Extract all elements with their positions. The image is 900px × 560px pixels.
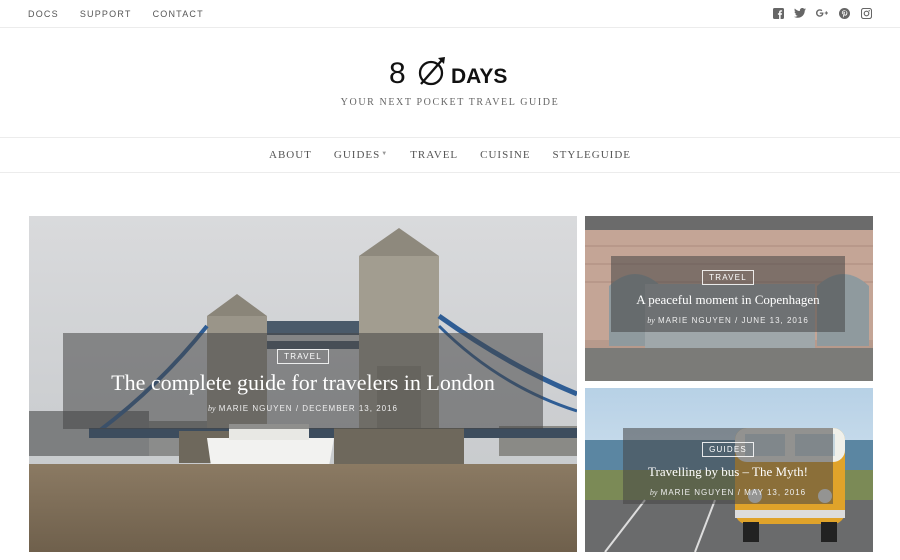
post-date: DECEMBER 13, 2016 xyxy=(302,404,398,413)
top-links: DOCS SUPPORT CONTACT xyxy=(28,9,225,19)
nav-item-cuisine[interactable]: CUISINE xyxy=(480,149,530,161)
featured-post-copenhagen[interactable]: TRAVEL A peaceful moment in Copenhagen b… xyxy=(585,216,873,381)
featured-post-main[interactable]: TRAVEL The complete guide for travelers … xyxy=(29,216,577,552)
top-bar: DOCS SUPPORT CONTACT xyxy=(0,0,900,28)
category-badge[interactable]: TRAVEL xyxy=(702,270,754,285)
main-nav: ABOUT GUIDES▼ TRAVEL CUISINE STYLEGUIDE xyxy=(0,137,900,173)
nav-item-about[interactable]: ABOUT xyxy=(269,149,312,161)
post-by: by xyxy=(208,404,216,413)
pinterest-icon[interactable] xyxy=(838,7,850,19)
chevron-down-icon: ▼ xyxy=(381,151,389,157)
site-tagline: YOUR NEXT POCKET TRAVEL GUIDE xyxy=(340,97,560,108)
logo-number: 8 xyxy=(389,57,406,90)
post-author[interactable]: MARIE NGUYEN xyxy=(658,316,732,325)
meta-separator: / xyxy=(737,488,741,497)
post-by: by xyxy=(647,316,655,325)
top-link-contact[interactable]: CONTACT xyxy=(153,9,204,19)
category-badge[interactable]: TRAVEL xyxy=(277,349,329,364)
post-title[interactable]: Travelling by bus – The Myth! xyxy=(623,464,833,480)
nav-item-guides[interactable]: GUIDES▼ xyxy=(334,149,388,161)
meta-separator: / xyxy=(735,316,739,325)
post-meta: by MARIE NGUYEN / JUNE 13, 2016 xyxy=(611,316,845,325)
post-title[interactable]: A peaceful moment in Copenhagen xyxy=(611,292,845,308)
post-meta: by MARIE NGUYEN / DECEMBER 13, 2016 xyxy=(63,404,543,413)
top-link-docs[interactable]: DOCS xyxy=(28,9,59,19)
instagram-icon[interactable] xyxy=(860,7,872,19)
nav-item-travel[interactable]: TRAVEL xyxy=(410,149,458,161)
facebook-icon[interactable] xyxy=(772,7,784,19)
post-meta: by MARIE NGUYEN / MAY 13, 2016 xyxy=(623,488,833,497)
post-overlay: GUIDES Travelling by bus – The Myth! by … xyxy=(623,428,833,504)
post-author[interactable]: MARIE NGUYEN xyxy=(661,488,735,497)
post-overlay: TRAVEL The complete guide for travelers … xyxy=(63,333,543,429)
post-author[interactable]: MARIE NGUYEN xyxy=(219,404,293,413)
top-link-support[interactable]: SUPPORT xyxy=(80,9,132,19)
logo-word: DAYS xyxy=(451,65,507,88)
post-by: by xyxy=(649,488,658,497)
compass-icon xyxy=(418,57,445,86)
social-links xyxy=(772,7,872,19)
google-plus-icon[interactable] xyxy=(816,7,828,19)
nav-item-guides-label: GUIDES xyxy=(333,149,381,161)
post-overlay: TRAVEL A peaceful moment in Copenhagen b… xyxy=(611,256,845,332)
post-title[interactable]: The complete guide for travelers in Lond… xyxy=(63,370,543,396)
featured-post-bus[interactable]: GUIDES Travelling by bus – The Myth! by … xyxy=(585,388,873,552)
category-badge[interactable]: GUIDES xyxy=(702,442,754,457)
meta-separator: / xyxy=(295,404,300,413)
twitter-icon[interactable] xyxy=(794,7,806,19)
nav-item-styleguide[interactable]: STYLEGUIDE xyxy=(553,149,631,161)
post-date: MAY 13, 2016 xyxy=(744,488,807,497)
post-date: JUNE 13, 2016 xyxy=(741,316,809,325)
site-logo[interactable]: 8 DAYS xyxy=(389,54,519,90)
